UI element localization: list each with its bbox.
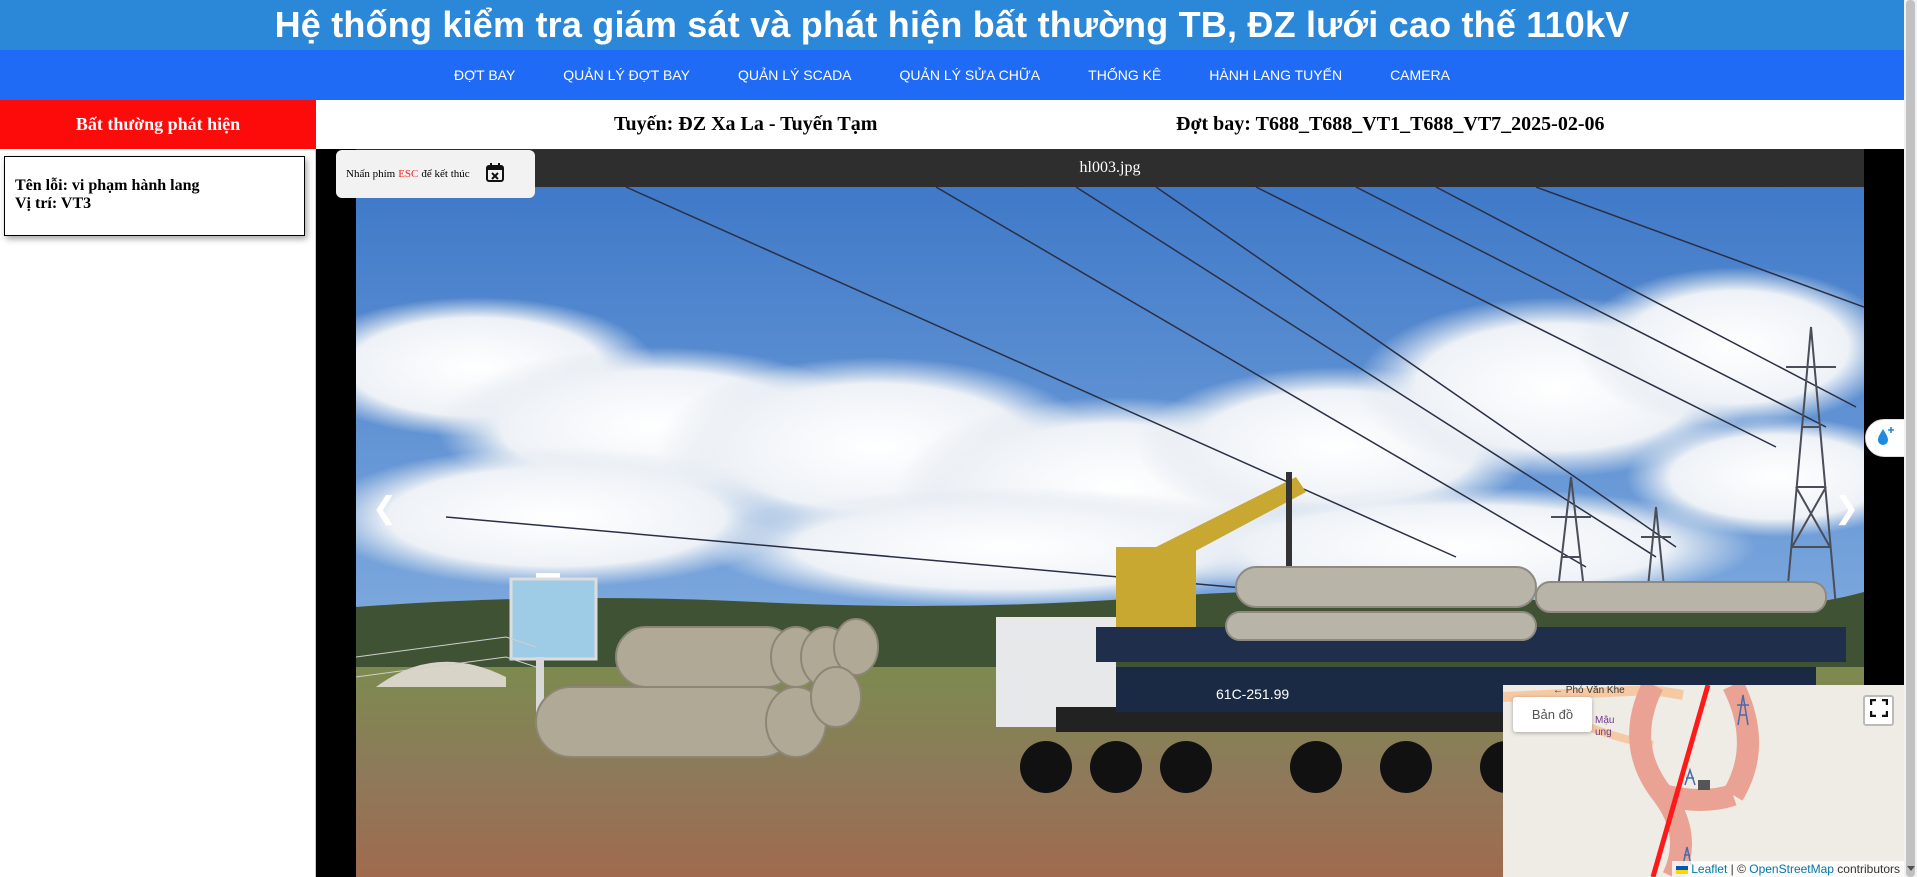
nav-item-thong-ke[interactable]: THỐNG KÊ <box>1088 67 1161 83</box>
flight-label: Đợt bay: T688_T688_VT1_T688_VT7_2025-02-… <box>1176 113 1605 135</box>
openstreetmap-link[interactable]: OpenStreetMap <box>1749 862 1834 876</box>
water-drop-icon <box>1874 425 1896 452</box>
esc-key-label: ESC <box>398 168 419 180</box>
ukraine-flag-icon <box>1675 865 1688 874</box>
truck-plate: 61C-251.99 <box>1216 686 1289 702</box>
info-header: Tuyến: ĐZ Xa La - Tuyến Tạm Đợt bay: T68… <box>316 100 1904 149</box>
esc-hint: Nhấn phím ESC để kết thúc <box>336 150 535 198</box>
main-nav: ĐỢT BAY QUẢN LÝ ĐỢT BAY QUẢN LÝ SCADA QU… <box>0 50 1904 100</box>
esc-hint-prefix: Nhấn phím <box>346 168 396 180</box>
image-filename: hl003.jpg <box>356 149 1864 187</box>
fullscreen-icon <box>1869 698 1888 722</box>
scroll-down-icon[interactable] <box>1907 866 1915 871</box>
nav-item-quan-ly-dot-bay[interactable]: QUẢN LÝ ĐỢT BAY <box>563 67 690 83</box>
page-scrollbar[interactable] <box>1904 0 1917 877</box>
anomaly-error-name: Tên lỗi: vi phạm hành lang <box>15 177 200 194</box>
route-label: Tuyến: ĐZ Xa La - Tuyến Tạm <box>614 113 878 135</box>
map-fullscreen-button[interactable] <box>1863 695 1894 726</box>
calendar-close-icon[interactable] <box>484 162 506 187</box>
mini-map[interactable]: ← Phó Văn Khe Mậu ung Bản đồ Leaflet | ©… <box>1503 685 1904 877</box>
map-street-label: ung <box>1595 727 1612 738</box>
next-image-button[interactable]: ❯ <box>1834 494 1859 524</box>
nav-item-dot-bay[interactable]: ĐỢT BAY <box>454 67 515 83</box>
prev-image-button[interactable]: ❮ <box>372 494 397 524</box>
map-layer-button[interactable]: Bản đồ <box>1513 697 1592 732</box>
map-attribution: Leaflet | © OpenStreetMap contributors <box>1671 861 1904 877</box>
water-drop-button[interactable] <box>1865 419 1905 457</box>
scrollbar-thumb[interactable] <box>1906 0 1915 877</box>
attribution-suffix: contributors <box>1833 862 1900 876</box>
nav-item-quan-ly-scada[interactable]: QUẢN LÝ SCADA <box>738 67 852 83</box>
map-street-label: ← Phó Văn Khe <box>1553 685 1625 696</box>
esc-hint-suffix: để kết thúc <box>421 168 470 180</box>
nav-item-hanh-lang-tuyen[interactable]: HÀNH LANG TUYẾN <box>1209 67 1342 83</box>
anomaly-sidebar: Bất thường phát hiện Tên lỗi: vi phạm hà… <box>0 100 316 877</box>
app-title: Hệ thống kiểm tra giám sát và phát hiện … <box>274 4 1630 45</box>
anomaly-card[interactable]: Tên lỗi: vi phạm hành lang Vị trí: VT3 <box>4 156 305 236</box>
title-bar: Hệ thống kiểm tra giám sát và phát hiện … <box>0 0 1904 50</box>
leaflet-link[interactable]: Leaflet <box>1691 862 1727 876</box>
nav-item-quan-ly-sua-chua[interactable]: QUẢN LÝ SỬA CHỮA <box>900 67 1041 83</box>
sidebar-header: Bất thường phát hiện <box>0 100 316 149</box>
nav-item-camera[interactable]: CAMERA <box>1390 67 1450 83</box>
attribution-sep: | © <box>1727 862 1750 876</box>
anomaly-position: Vị trí: VT3 <box>15 195 92 212</box>
map-street-label: Mậu <box>1595 715 1615 726</box>
